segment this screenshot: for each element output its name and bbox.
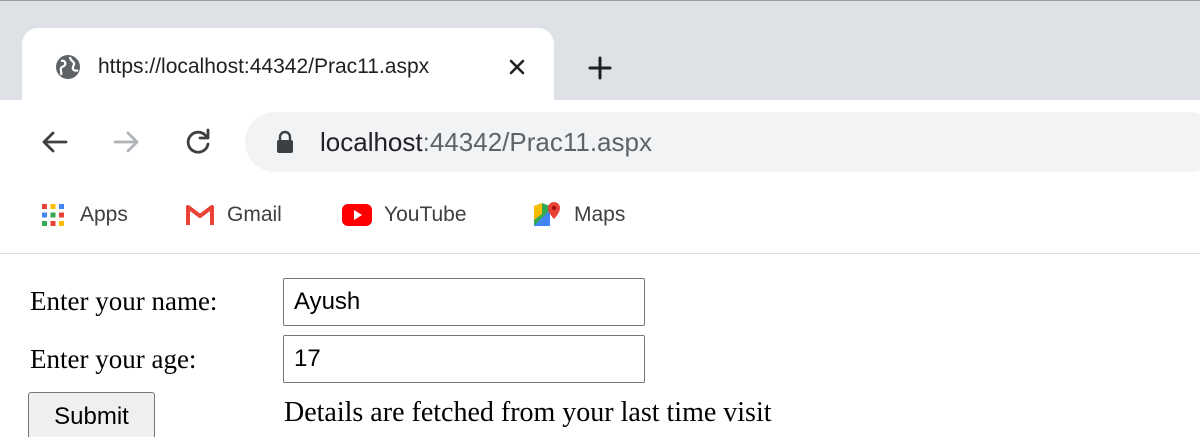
status-message: Details are fetched from your last time … [284, 397, 772, 428]
bookmark-label: Gmail [227, 203, 282, 226]
bookmark-youtube[interactable]: YouTube [340, 198, 467, 232]
toolbar: localhost:44342/Prac11.aspx [0, 100, 1200, 184]
reload-icon[interactable] [180, 124, 216, 160]
maps-icon [530, 198, 564, 232]
url-host: localhost [320, 127, 423, 157]
gmail-icon [183, 198, 217, 232]
active-tab[interactable]: https://localhost:44342/Prac11.aspx [22, 28, 554, 108]
lock-icon[interactable] [275, 130, 295, 154]
url-text: localhost:44342/Prac11.aspx [320, 112, 652, 172]
address-bar[interactable]: localhost:44342/Prac11.aspx [245, 112, 1200, 172]
new-tab-button[interactable] [583, 51, 617, 85]
browser-window: https://localhost:44342/Prac11.aspx loca… [0, 0, 1200, 437]
tab-strip: https://localhost:44342/Prac11.aspx [0, 0, 1200, 108]
url-path: :44342/Prac11.aspx [422, 127, 652, 157]
forward-arrow-icon[interactable] [108, 124, 144, 160]
youtube-icon [340, 198, 374, 232]
bookmarks-bar: Apps Gmail YouTube Maps [0, 184, 1200, 254]
bookmark-label: Maps [574, 203, 626, 226]
globe-icon [55, 54, 81, 80]
bookmark-label: YouTube [384, 203, 467, 226]
bookmark-apps[interactable]: Apps [36, 198, 128, 232]
bookmark-gmail[interactable]: Gmail [183, 198, 282, 232]
age-input[interactable] [283, 335, 645, 383]
apps-grid-icon [36, 198, 70, 232]
age-label: Enter your age: [30, 344, 197, 374]
back-arrow-icon[interactable] [37, 124, 73, 160]
page-content: Enter your name: Enter your age: Submit … [0, 254, 1200, 437]
name-input[interactable] [283, 278, 645, 326]
bookmark-label: Apps [80, 203, 128, 226]
bookmark-maps[interactable]: Maps [530, 198, 625, 232]
name-label: Enter your name: [30, 286, 218, 316]
tab-title: https://localhost:44342/Prac11.aspx [98, 55, 430, 78]
submit-button[interactable]: Submit [28, 392, 155, 437]
close-tab-icon[interactable] [503, 53, 531, 81]
